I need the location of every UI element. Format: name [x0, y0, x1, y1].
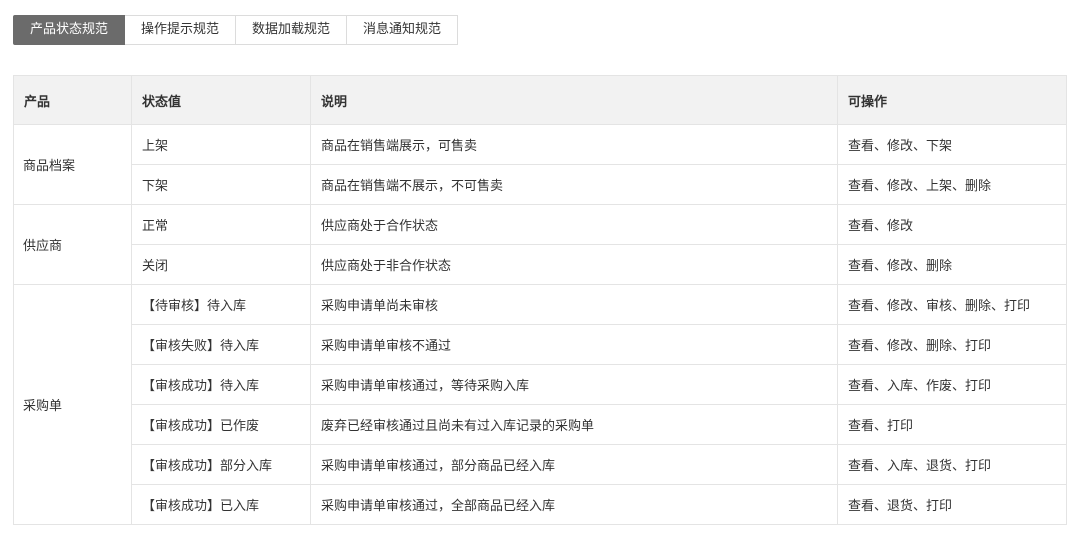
table-row: 【审核成功】部分入库 采购申请单审核通过，部分商品已经入库 查看、入库、退货、打… — [14, 444, 1067, 485]
table-row: 关闭 供应商处于非合作状态 查看、修改、删除 — [14, 244, 1067, 285]
description-cell: 商品在销售端展示，可售卖 — [310, 124, 838, 165]
operations-cell: 查看、修改、上架、删除 — [837, 164, 1067, 205]
description-cell: 废弃已经审核通过且尚未有过入库记录的采购单 — [310, 404, 838, 445]
table-row: 【审核成功】已作废 废弃已经审核通过且尚未有过入库记录的采购单 查看、打印 — [14, 404, 1067, 445]
operations-cell: 查看、修改、删除、打印 — [837, 324, 1067, 365]
description-cell: 采购申请单审核通过，等待采购入库 — [310, 364, 838, 405]
status-cell: 【审核成功】部分入库 — [131, 444, 311, 485]
operations-cell: 查看、退货、打印 — [837, 484, 1067, 525]
table-row: 采购单 【待审核】待入库 采购申请单尚未审核 查看、修改、审核、删除、打印 — [13, 284, 1067, 525]
description-cell: 供应商处于非合作状态 — [310, 244, 838, 285]
status-cell: 【审核成功】已入库 — [131, 484, 311, 525]
operations-cell: 查看、修改、审核、删除、打印 — [837, 284, 1067, 325]
table-row: 【审核失败】待入库 采购申请单审核不通过 查看、修改、删除、打印 — [14, 324, 1067, 365]
description-cell: 商品在销售端不展示，不可售卖 — [310, 164, 838, 205]
table-header-row: 产品 状态值 说明 可操作 — [13, 75, 1067, 125]
status-cell: 【审核成功】已作废 — [131, 404, 311, 445]
header-operations: 可操作 — [837, 75, 1067, 125]
description-cell: 供应商处于合作状态 — [310, 204, 838, 245]
page: 产品状态规范 操作提示规范 数据加载规范 消息通知规范 产品 状态值 说明 可操… — [0, 0, 1080, 535]
tab-data-loading[interactable]: 数据加载规范 — [236, 15, 348, 45]
tab-bar: 产品状态规范 操作提示规范 数据加载规范 消息通知规范 — [13, 15, 459, 45]
operations-cell: 查看、打印 — [837, 404, 1067, 445]
description-cell: 采购申请单审核不通过 — [310, 324, 838, 365]
operations-cell: 查看、入库、作废、打印 — [837, 364, 1067, 405]
status-cell: 下架 — [131, 164, 311, 205]
tab-operation-hint[interactable]: 操作提示规范 — [125, 15, 237, 45]
tab-message-notice[interactable]: 消息通知规范 — [347, 15, 459, 45]
product-cell: 供应商 — [13, 204, 132, 285]
operations-cell: 查看、修改、删除 — [837, 244, 1067, 285]
product-cell: 采购单 — [13, 284, 132, 525]
description-cell: 采购申请单审核通过，部分商品已经入库 — [310, 444, 838, 485]
status-cell: 【审核成功】待入库 — [131, 364, 311, 405]
table-row: 下架 商品在销售端不展示，不可售卖 查看、修改、上架、删除 — [14, 164, 1067, 205]
description-cell: 采购申请单审核通过，全部商品已经入库 — [310, 484, 838, 525]
header-status: 状态值 — [131, 75, 311, 125]
operations-cell: 查看、入库、退货、打印 — [837, 444, 1067, 485]
status-table: 产品 状态值 说明 可操作 商品档案 上架 商品在销售端展示，可售卖 查看、修改… — [13, 75, 1067, 525]
table-row: 商品档案 上架 商品在销售端展示，可售卖 查看、修改、下架 — [13, 124, 1067, 205]
operations-cell: 查看、修改、下架 — [837, 124, 1067, 165]
status-cell: 正常 — [131, 204, 311, 245]
header-description: 说明 — [310, 75, 838, 125]
status-cell: 上架 — [131, 124, 311, 165]
table-row: 【审核成功】待入库 采购申请单审核通过，等待采购入库 查看、入库、作废、打印 — [14, 364, 1067, 405]
table-row: 供应商 正常 供应商处于合作状态 查看、修改 — [13, 204, 1067, 285]
table-row: 【审核成功】已入库 采购申请单审核通过，全部商品已经入库 查看、退货、打印 — [14, 484, 1067, 525]
tab-product-status[interactable]: 产品状态规范 — [13, 15, 126, 45]
status-cell: 【待审核】待入库 — [131, 284, 311, 325]
status-cell: 【审核失败】待入库 — [131, 324, 311, 365]
header-product: 产品 — [13, 75, 132, 125]
operations-cell: 查看、修改 — [837, 204, 1067, 245]
status-cell: 关闭 — [131, 244, 311, 285]
description-cell: 采购申请单尚未审核 — [310, 284, 838, 325]
product-cell: 商品档案 — [13, 124, 132, 205]
